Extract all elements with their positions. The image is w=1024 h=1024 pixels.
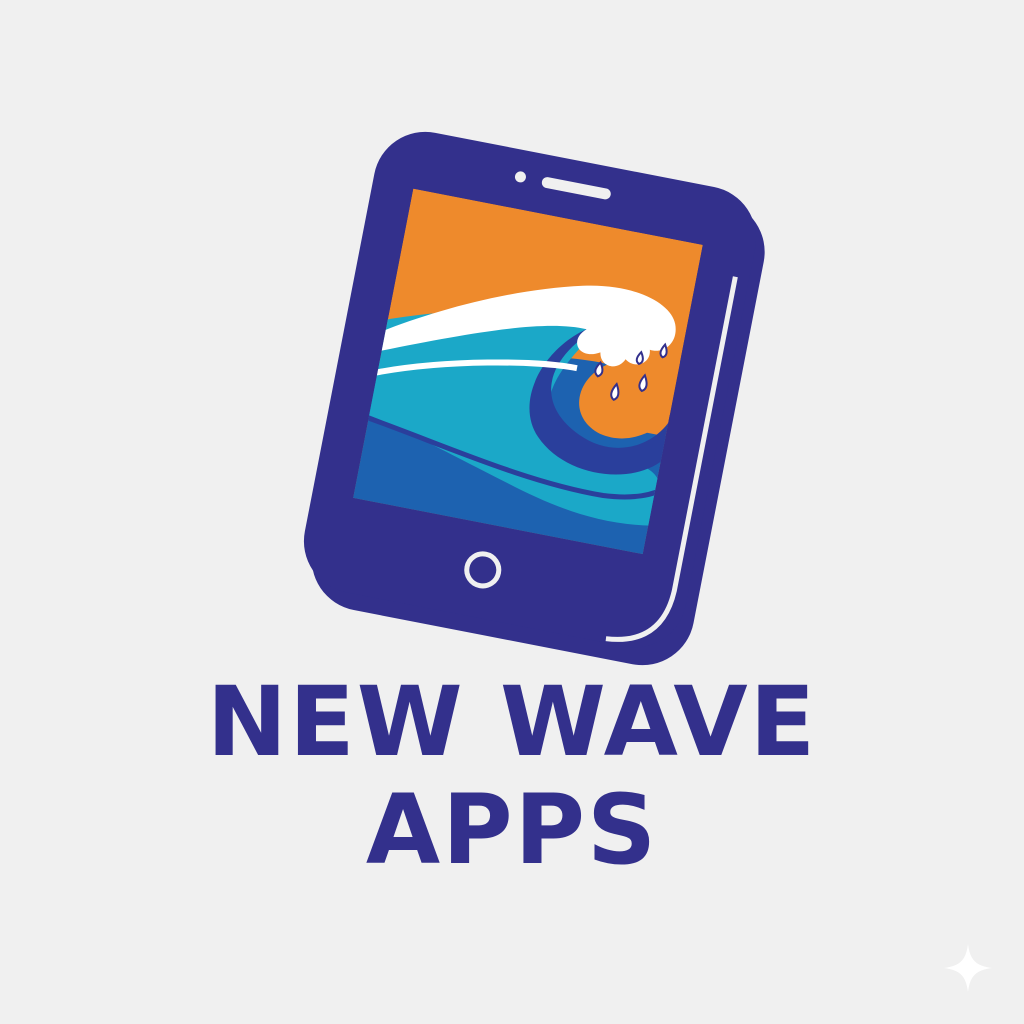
brand-wordmark: NEW WAVE APPS bbox=[0, 668, 1024, 884]
brand-name-line-1: NEW WAVE bbox=[206, 666, 818, 778]
logo-canvas: NEW WAVE APPS bbox=[0, 0, 1024, 1024]
brand-name-line-2: APPS bbox=[365, 774, 659, 886]
sparkle-icon bbox=[944, 944, 992, 992]
